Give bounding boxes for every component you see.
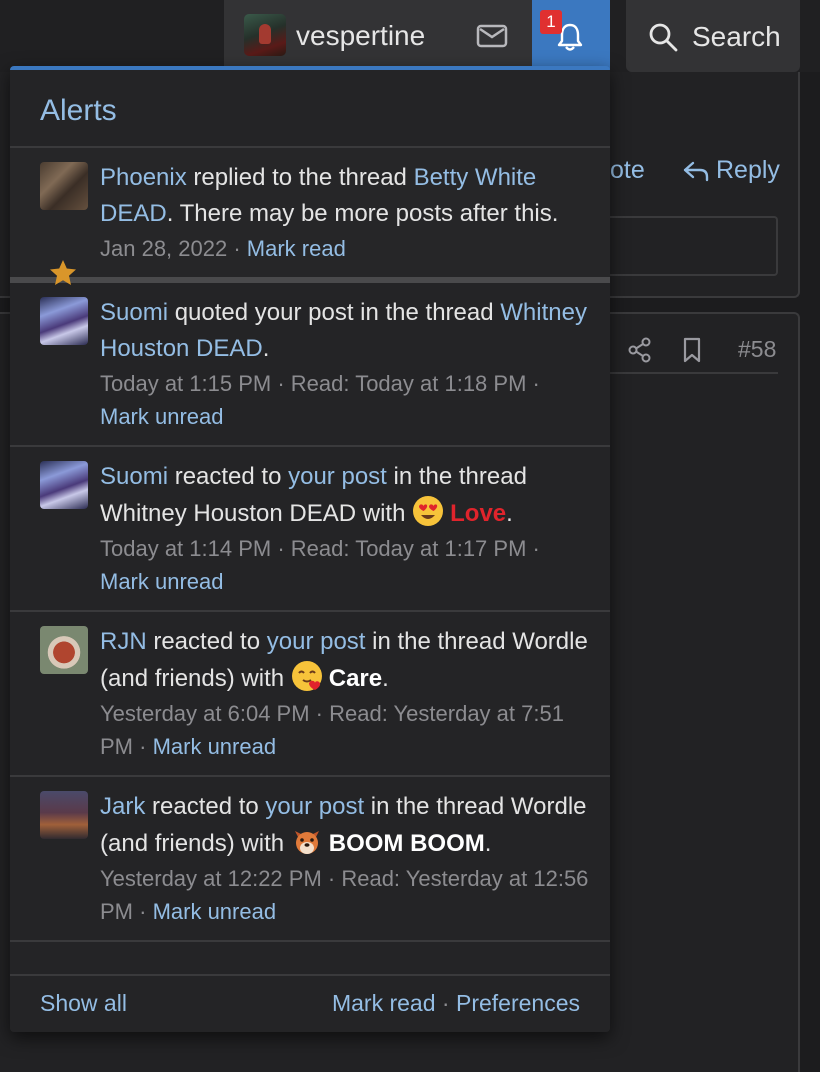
user-link[interactable]: Suomi xyxy=(100,463,168,490)
care-emoji xyxy=(291,661,322,691)
mark-unread-link[interactable]: Mark unread xyxy=(100,404,224,429)
divider xyxy=(610,372,778,374)
post-link[interactable]: your post xyxy=(265,793,364,820)
reaction-label: Care xyxy=(328,665,383,692)
alert-meta: Today at 1:15 PM · Read: Today at 1:18 P… xyxy=(100,367,590,445)
separator: · xyxy=(435,990,456,1016)
share-icon[interactable] xyxy=(628,337,652,363)
alert-content: RJN reacted to your post in the thread W… xyxy=(100,624,590,775)
post-number[interactable]: #58 xyxy=(738,336,776,363)
alert-item[interactable]: Suomi quoted your post in the thread Whi… xyxy=(10,283,610,447)
user-link[interactable]: Phoenix xyxy=(100,164,187,191)
alert-date: Today at 1:15 PM xyxy=(100,371,272,396)
reply-label: Reply xyxy=(716,156,780,184)
alert-list: Phoenix replied to the thread Betty Whit… xyxy=(10,148,610,978)
alert-date: Yesterday at 6:04 PM xyxy=(100,701,310,726)
search-label: Search xyxy=(692,21,781,52)
alerts-popup: Alerts Phoenix replied to the thread Bet… xyxy=(10,66,610,1032)
reaction-label: Love xyxy=(450,500,507,527)
mark-read-link[interactable]: Mark read xyxy=(247,236,346,261)
alert-meta: Yesterday at 6:04 PM · Read: Yesterday a… xyxy=(100,697,590,775)
quote-link[interactable]: ote xyxy=(610,156,645,185)
alert-content: Jark reacted to your post in the thread … xyxy=(100,789,590,940)
mark-unread-link[interactable]: Mark unread xyxy=(153,734,277,759)
alert-date: Today at 1:14 PM xyxy=(100,536,272,561)
popup-footer: Show all Mark read · Preferences xyxy=(10,974,610,1032)
reply-input[interactable] xyxy=(600,216,778,276)
mail-icon[interactable] xyxy=(476,24,508,48)
user-link[interactable]: Jark xyxy=(100,793,145,820)
alerts-button[interactable]: 1 xyxy=(532,0,610,70)
alert-item[interactable]: Suomi reacted to your post in the thread… xyxy=(10,447,610,612)
alert-meta: Jan 28, 2022 · Mark read xyxy=(100,232,590,277)
alert-text: . xyxy=(262,335,270,362)
account-button[interactable]: vespertine xyxy=(224,0,532,70)
user-link[interactable]: Suomi xyxy=(100,299,168,326)
alert-meta: Today at 1:14 PM · Read: Today at 1:17 P… xyxy=(100,532,590,610)
alert-text: . xyxy=(506,500,513,527)
alert-item[interactable]: Phoenix replied to the thread Betty Whit… xyxy=(10,148,610,285)
avatar[interactable] xyxy=(40,297,88,345)
alert-count-badge: 1 xyxy=(540,10,562,34)
avatar[interactable] xyxy=(40,162,88,210)
alert-text: reacted to xyxy=(145,793,266,820)
mark-unread-link[interactable]: Mark unread xyxy=(100,569,224,594)
username: vespertine xyxy=(296,20,426,51)
alert-text: reacted to xyxy=(168,463,289,490)
alert-date: Yesterday at 12:22 PM xyxy=(100,866,322,891)
dog-emoji xyxy=(294,831,319,854)
alert-content: Phoenix replied to the thread Betty Whit… xyxy=(100,160,590,277)
alert-text: reacted to xyxy=(146,628,267,655)
separator: · xyxy=(227,236,247,261)
footer-actions: Mark read · Preferences xyxy=(332,990,580,1017)
bookmark-icon[interactable] xyxy=(680,337,704,363)
alert-text: . xyxy=(484,830,492,857)
popup-title: Alerts xyxy=(10,70,610,148)
post-link[interactable]: your post xyxy=(267,628,366,655)
preferences-link[interactable]: Preferences xyxy=(456,990,580,1016)
alert-text: . xyxy=(382,665,389,692)
avatar[interactable] xyxy=(40,791,88,839)
alert-text: quoted your post in the thread xyxy=(168,299,501,326)
reply-icon xyxy=(683,161,709,181)
alert-content: Suomi quoted your post in the thread Whi… xyxy=(100,295,590,445)
mark-read-link[interactable]: Mark read xyxy=(332,990,436,1016)
alert-content: Suomi reacted to your post in the thread… xyxy=(100,459,590,610)
show-all-link[interactable]: Show all xyxy=(40,990,127,1017)
alert-text: replied to the thread xyxy=(186,164,414,191)
top-navigation: vespertine 1 Search xyxy=(0,0,820,72)
search-button[interactable]: Search xyxy=(626,0,800,72)
mark-unread-link[interactable]: Mark unread xyxy=(153,899,277,924)
post-actions: #58 xyxy=(628,336,776,363)
reply-button[interactable]: Reply xyxy=(682,156,780,185)
avatar[interactable] xyxy=(40,626,88,674)
heart-eyes-emoji xyxy=(413,496,444,526)
reaction-label: BOOM BOOM xyxy=(328,830,485,857)
avatar[interactable] xyxy=(40,461,88,509)
alert-item[interactable]: RJN reacted to your post in the thread W… xyxy=(10,612,610,777)
user-link[interactable]: RJN xyxy=(100,628,147,655)
alert-meta: Yesterday at 12:22 PM · Read: Yesterday … xyxy=(100,862,590,940)
post-link[interactable]: your post xyxy=(288,463,387,490)
read-time: · Read: Today at 1:17 PM · xyxy=(271,536,540,561)
search-icon xyxy=(649,23,678,52)
alert-item[interactable]: Jark reacted to your post in the thread … xyxy=(10,777,610,942)
avatar xyxy=(244,14,286,56)
alert-text: . There may be more posts after this. xyxy=(166,200,559,227)
alert-date: Jan 28, 2022 xyxy=(100,236,228,261)
read-time: · Read: Today at 1:18 PM · xyxy=(271,371,540,396)
